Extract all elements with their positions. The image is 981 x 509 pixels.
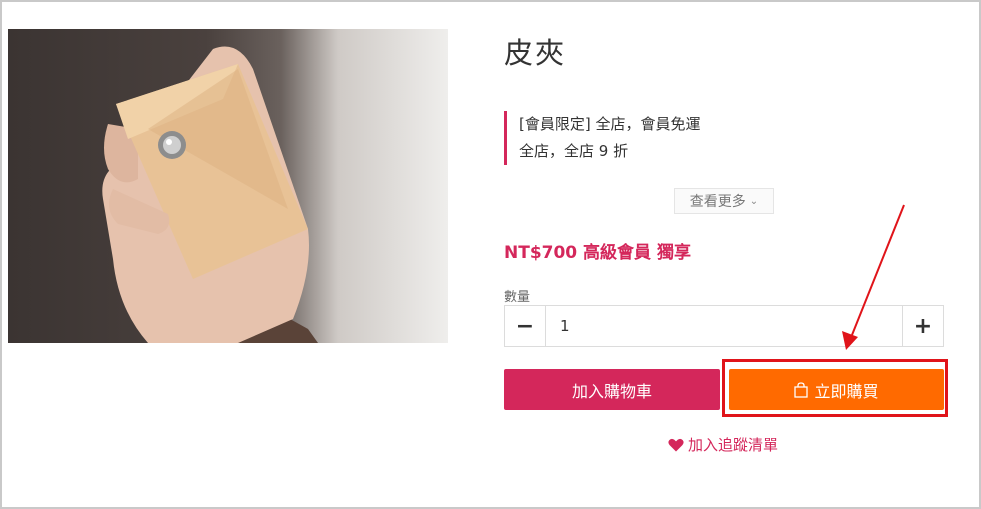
heart-icon — [668, 438, 684, 451]
chevron-down-icon: ⌄ — [749, 195, 759, 207]
quantity-label: 數量 — [504, 290, 531, 305]
promotion-item: [會員限定] 全店，會員免運 — [519, 115, 701, 133]
minus-icon: − — [515, 313, 535, 339]
annotation-highlight-box — [722, 359, 948, 417]
wallet-in-hand-photo — [102, 46, 318, 343]
promotion-list: [會員限定] 全店，會員免運 全店，全店 9 折 — [504, 111, 819, 165]
quantity-input[interactable] — [546, 306, 902, 346]
add-to-wishlist-link[interactable]: 加入追蹤清單 — [668, 434, 778, 455]
view-more-label: 查看更多 — [689, 194, 746, 210]
product-image[interactable] — [8, 29, 448, 343]
wishlist-label: 加入追蹤清單 — [688, 436, 779, 454]
member-price: NT$700 高級會員 獨享 — [504, 243, 691, 263]
add-to-cart-button[interactable]: 加入購物車 — [504, 369, 720, 410]
product-title: 皮夾 — [504, 36, 567, 70]
plus-icon: + — [913, 313, 933, 339]
quantity-stepper: − + — [504, 305, 944, 347]
increment-button[interactable]: + — [902, 306, 943, 346]
view-more-button[interactable]: 查看更多 ⌄ — [674, 188, 774, 214]
decrement-button[interactable]: − — [505, 306, 546, 346]
promotion-item: 全店，全店 9 折 — [519, 142, 629, 160]
add-to-cart-label: 加入購物車 — [571, 381, 652, 401]
